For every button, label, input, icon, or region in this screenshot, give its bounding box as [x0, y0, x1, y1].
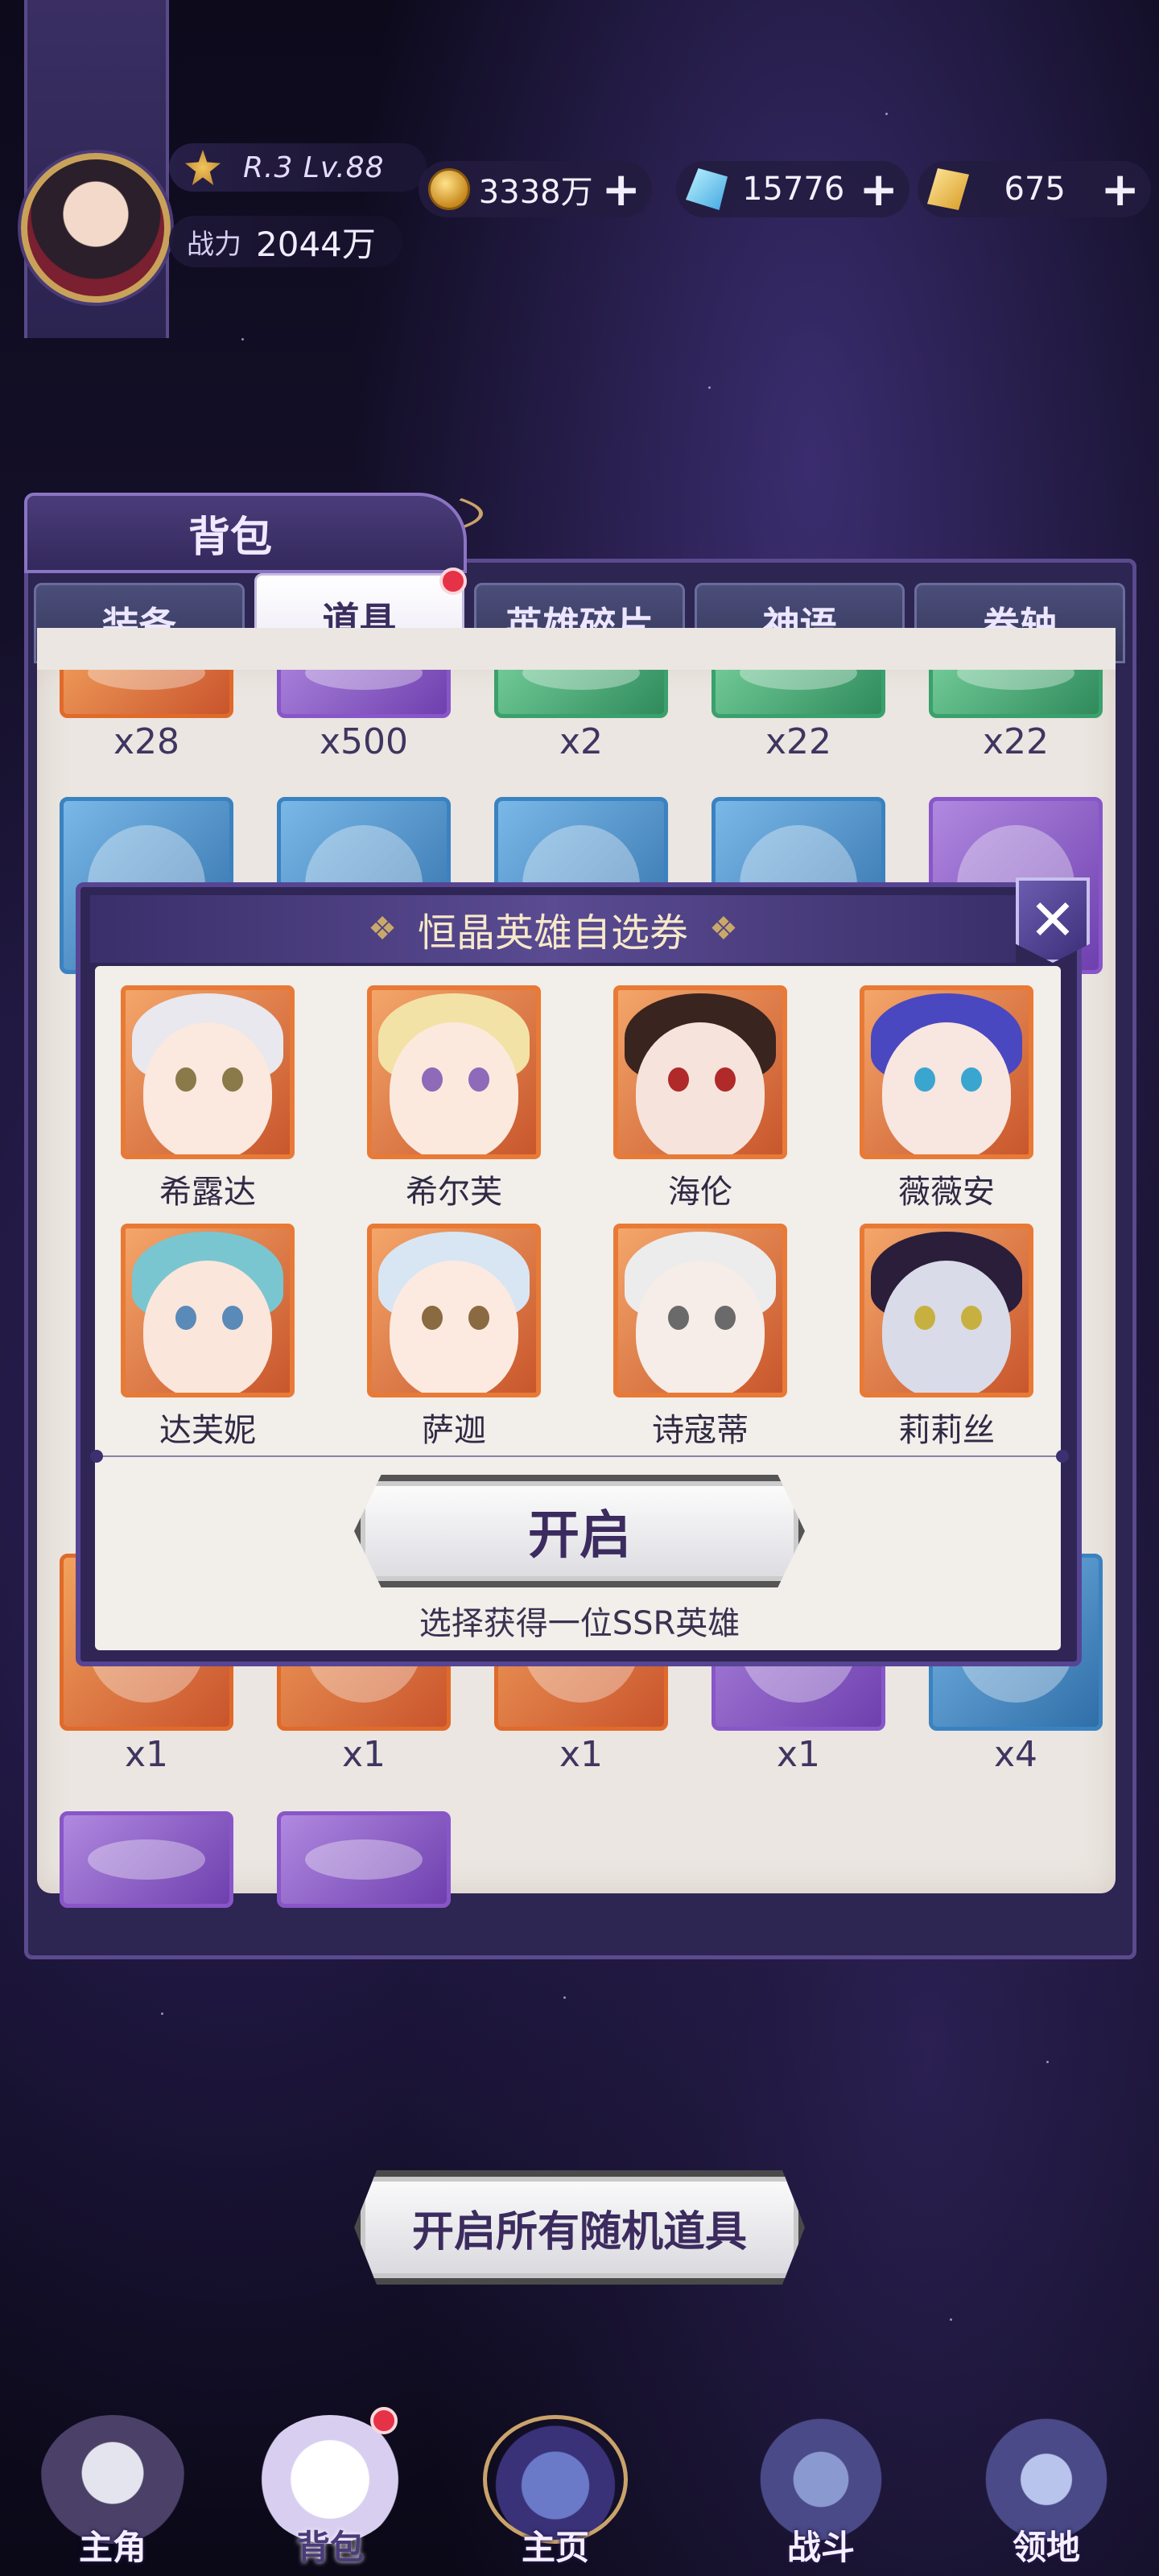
combat-power: 战力 2044万 [169, 216, 402, 267]
add-crystal-button[interactable]: + [859, 166, 898, 213]
scroll-mask [37, 628, 1116, 670]
divider-dot [1056, 1450, 1069, 1463]
nav-label: 背包 [295, 2528, 364, 2567]
nav-label: 战斗 [786, 2528, 855, 2567]
divider-dot [90, 1450, 103, 1463]
blue-crystal-icon [686, 168, 728, 210]
nav-territory[interactable]: 领地 [966, 2399, 1127, 2576]
gold-coin-icon [428, 168, 470, 210]
player-avatar[interactable] [21, 153, 171, 303]
hero-portrait[interactable] [860, 1224, 1033, 1397]
add-gem-button[interactable]: + [1100, 166, 1140, 213]
nav-home[interactable]: 主页 [475, 2399, 636, 2576]
divider [97, 1455, 1062, 1457]
add-gold-button[interactable]: + [601, 166, 641, 213]
item-count: x2 [559, 721, 604, 762]
item-count: x22 [982, 721, 1050, 762]
open-button[interactable]: 开启 [354, 1475, 805, 1587]
gem-value: 675 [1004, 171, 1066, 208]
hero-portrait[interactable] [121, 1224, 295, 1397]
nav-label: 主页 [521, 2528, 589, 2567]
hero-portrait[interactable] [121, 985, 295, 1159]
item-count: x1 [341, 1734, 386, 1775]
power-value: 2044万 [256, 224, 376, 264]
hero-portrait[interactable] [860, 985, 1033, 1159]
item-slot[interactable] [60, 1811, 233, 1908]
nav-battle[interactable]: 战斗 [740, 2399, 901, 2576]
hero-name: 莉莉丝 [898, 1412, 995, 1449]
hero-name: 诗寇蒂 [652, 1412, 749, 1449]
item-count: x22 [765, 721, 832, 762]
hero-name: 达芙妮 [159, 1412, 256, 1449]
hero-name: 希露达 [159, 1174, 256, 1211]
open-all-random-items-button[interactable]: 开启所有随机道具 [354, 2170, 805, 2285]
crystal-value: 15776 [742, 171, 845, 208]
notification-dot [370, 2407, 398, 2434]
close-icon: ✕ [1029, 887, 1077, 953]
nav-label: 领地 [1012, 2528, 1080, 2567]
bottom-nav: 主角 背包 主页 战斗 领地 [0, 2399, 1159, 2576]
nav-protagonist[interactable]: 主角 [32, 2399, 193, 2576]
resource-crystal: 15776 + [676, 161, 909, 217]
item-count: x1 [124, 1734, 169, 1775]
hero-portrait[interactable] [613, 1224, 787, 1397]
item-slot[interactable] [277, 1811, 451, 1908]
item-count: x1 [776, 1734, 821, 1775]
hero-portrait[interactable] [367, 985, 541, 1159]
hero-portrait[interactable] [367, 1224, 541, 1397]
hero-name: 海伦 [668, 1174, 732, 1211]
bag-title: 背包 [24, 493, 467, 573]
gold-value: 3338万 [478, 174, 593, 211]
hero-name: 希尔芙 [406, 1174, 502, 1211]
item-count: x500 [319, 721, 409, 762]
item-count: x1 [559, 1734, 604, 1775]
modal-header: ❖ 恒晶英雄自选券 ❖ [90, 895, 1016, 963]
power-label: 战力 [187, 228, 241, 261]
ornament-icon: ❖ [709, 910, 738, 947]
ornament-icon: ❖ [368, 910, 397, 947]
level-text: R.3 Lv.88 [243, 151, 385, 184]
resource-gem: 675 + [918, 161, 1151, 217]
hero-name: 萨迦 [422, 1412, 486, 1449]
item-count: x4 [993, 1734, 1038, 1775]
notification-dot [439, 568, 468, 595]
gold-gem-icon [927, 168, 969, 210]
rank-star-icon [185, 150, 221, 185]
resource-gold: 3338万 + [419, 161, 652, 217]
hero-name: 薇薇安 [898, 1174, 995, 1211]
nav-label: 主角 [78, 2528, 146, 2567]
modal-title: 恒晶英雄自选券 [417, 910, 688, 956]
level-bar: R.3 Lv.88 [169, 143, 427, 192]
hero-portrait[interactable] [613, 985, 787, 1159]
item-count: x28 [113, 721, 180, 762]
nav-bag[interactable]: 背包 [250, 2399, 410, 2576]
open-hint: 选择获得一位SSR英雄 [419, 1605, 740, 1642]
